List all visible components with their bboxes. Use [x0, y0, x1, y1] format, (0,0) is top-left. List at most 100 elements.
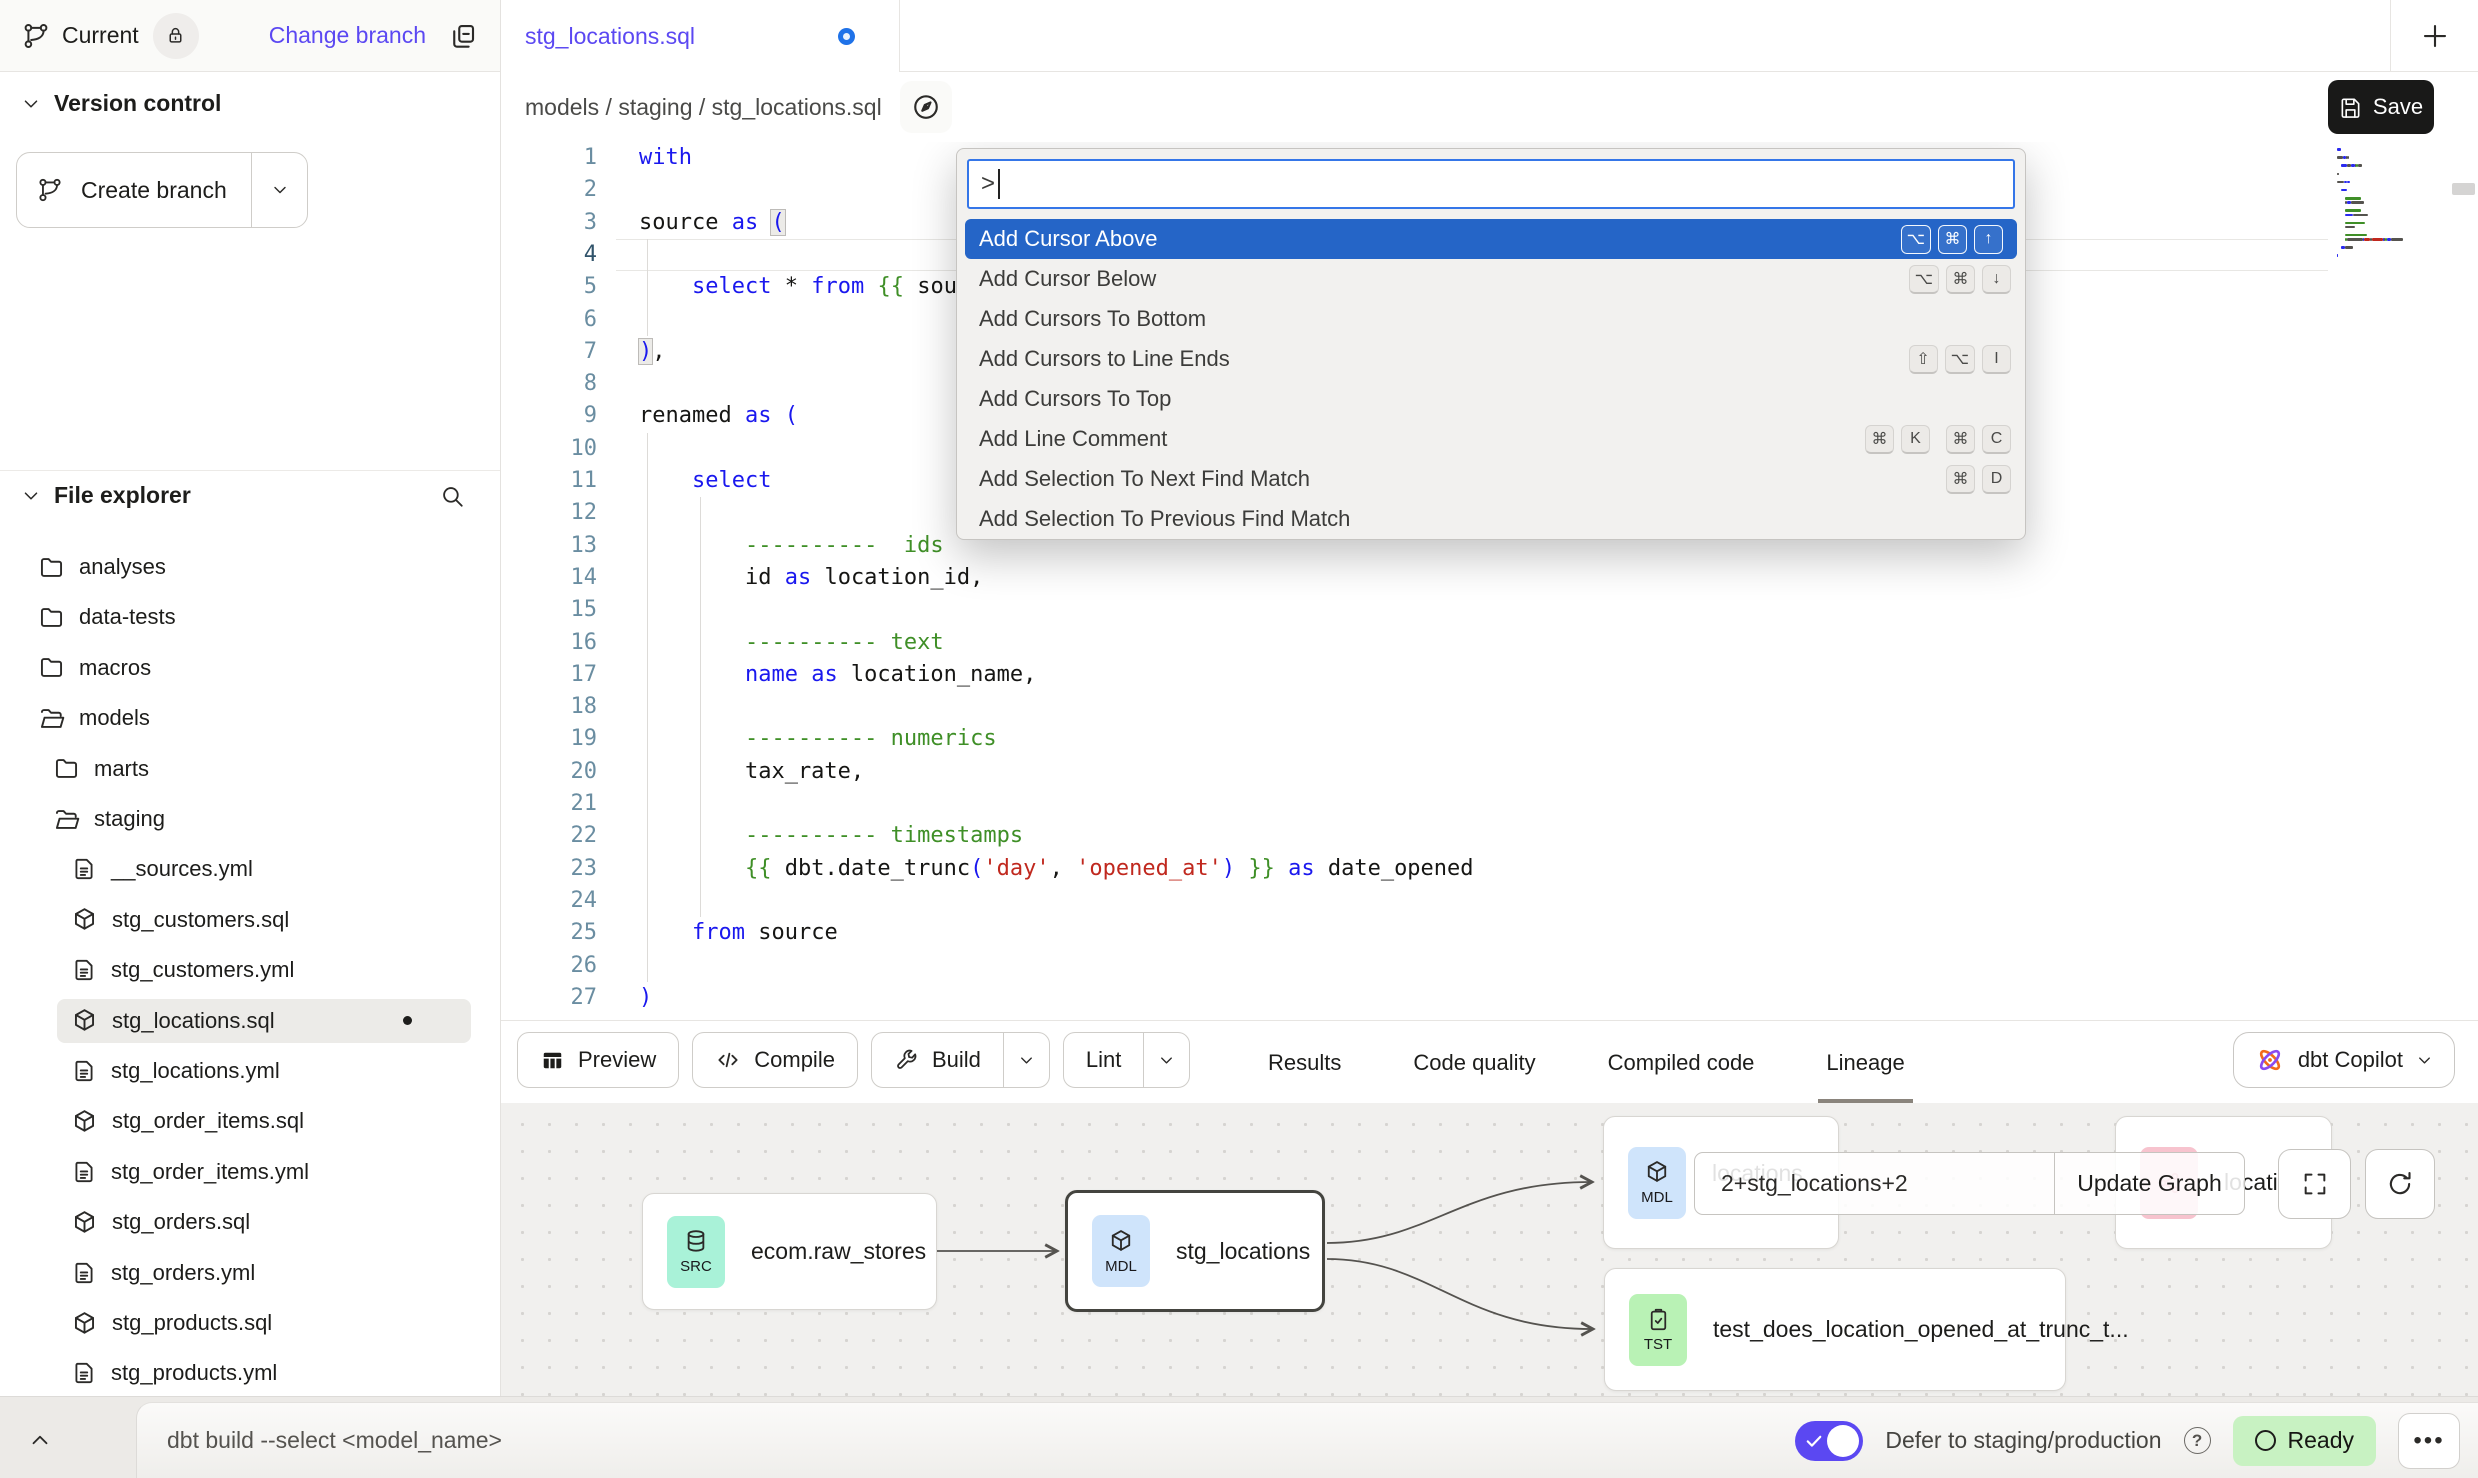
file-label: macros [79, 655, 151, 681]
branch-strip: Current Change branch [0, 0, 500, 72]
clipboard-icon [1646, 1307, 1671, 1332]
shortcut-keys: ⌘D [1946, 465, 2011, 494]
palette-item-add-line-comment[interactable]: Add Line Comment⌘K⌘C [957, 419, 2025, 459]
file-row-stg-locations-yml[interactable]: stg_locations.yml [57, 1049, 471, 1093]
preview-button-main[interactable]: Preview [518, 1033, 678, 1087]
file-icon [71, 1058, 97, 1084]
refresh-button[interactable] [2365, 1149, 2435, 1219]
tab-lineage[interactable]: Lineage [1826, 1021, 1904, 1104]
file-icon [71, 1360, 97, 1386]
dbt-copilot-button[interactable]: dbt Copilot [2233, 1032, 2455, 1088]
code-editor[interactable]: 1234567891011121314151617181920212223242… [501, 142, 2478, 1020]
file-row-stg-locations-sql[interactable]: stg_locations.sql [57, 999, 471, 1043]
lineage-node-model[interactable]: MDL stg_locations [1065, 1190, 1325, 1312]
minimap-line [2337, 148, 2450, 151]
file-row-stg-customers-yml[interactable]: stg_customers.yml [57, 948, 471, 992]
lineage-node-source[interactable]: SRC ecom.raw_stores [642, 1193, 937, 1310]
folder-icon [53, 755, 80, 782]
file-row-analyses[interactable]: analyses [24, 545, 471, 589]
lint-button-main[interactable]: Lint [1064, 1033, 1143, 1087]
lint-dropdown[interactable] [1143, 1033, 1189, 1087]
compile-button-main[interactable]: Compile [693, 1033, 857, 1087]
line-number: 23 [501, 853, 597, 885]
key-badge: ↑ [1974, 225, 2003, 254]
selector-input[interactable]: 2+stg_locations+2 [1695, 1153, 2054, 1214]
lineage-node-test[interactable]: TST test_does_location_opened_at_trunc_t… [1604, 1268, 2066, 1391]
file-explorer-header[interactable]: File explorer [20, 482, 481, 509]
file-label: stg_locations.sql [112, 1008, 275, 1034]
palette-item-add-selection-to-next-find-match[interactable]: Add Selection To Next Find Match⌘D [957, 459, 2025, 499]
search-icon[interactable] [439, 483, 465, 509]
copy-icon[interactable] [448, 21, 478, 51]
check-icon [1804, 1431, 1824, 1451]
file-row-stg-customers-sql[interactable]: stg_customers.sql [57, 898, 471, 942]
minimap[interactable] [2337, 148, 2450, 259]
palette-item-add-cursor-above[interactable]: Add Cursor Above⌥⌘↑ [965, 219, 2017, 259]
file-row-stg-order-items-yml[interactable]: stg_order_items.yml [57, 1150, 471, 1194]
palette-item-add-selection-to-previous-find-match[interactable]: Add Selection To Previous Find Match [957, 499, 2025, 539]
build-button[interactable]: Build [871, 1032, 1050, 1088]
defer-toggle[interactable] [1795, 1421, 1863, 1461]
dbt-ide-window: Current Change branch Version control [0, 0, 2478, 1478]
cube-icon [1644, 1159, 1670, 1185]
palette-item-add-cursors-to-line-ends[interactable]: Add Cursors to Line Ends⇧⌥I [957, 339, 2025, 379]
file-row-data-tests[interactable]: data-tests [24, 595, 471, 639]
command-input[interactable]: dbt build --select <model_name> [167, 1427, 502, 1454]
file-row-stg-order-items-sql[interactable]: stg_order_items.sql [57, 1099, 471, 1143]
version-control-header[interactable]: Version control [20, 90, 221, 117]
navigate-button[interactable] [900, 81, 952, 133]
tab-stg-locations-sql[interactable]: stg_locations.sql [501, 0, 900, 72]
chevron-down-icon [1017, 1051, 1036, 1070]
file-row-macros[interactable]: macros [24, 646, 471, 690]
create-branch-dropdown[interactable] [251, 153, 307, 227]
file-row-stg-orders-sql[interactable]: stg_orders.sql [57, 1200, 471, 1244]
command-palette-input[interactable]: > [967, 159, 2015, 209]
line-number: 22 [501, 820, 597, 852]
create-branch-button[interactable]: Create branch [16, 152, 308, 228]
build-button-main[interactable]: Build [872, 1033, 1003, 1087]
fullscreen-button[interactable] [2278, 1149, 2351, 1219]
line-number: 16 [501, 627, 597, 659]
lint-button[interactable]: Lint [1063, 1032, 1190, 1088]
create-branch-main[interactable]: Create branch [17, 153, 251, 227]
ready-label: Ready [2288, 1427, 2354, 1454]
file-label: stg_products.sql [112, 1310, 272, 1336]
file-row-stg-products-sql[interactable]: stg_products.sql [57, 1301, 471, 1345]
lineage-canvas[interactable]: SRC ecom.raw_stores MDL stg_locations MD… [501, 1103, 2478, 1396]
code-line: {{ dbt.date_trunc('day', 'opened_at') }}… [639, 853, 1474, 885]
minimap-slider[interactable] [2452, 183, 2475, 195]
status-badge[interactable]: Ready [2233, 1416, 2376, 1466]
key-badge: ↓ [1982, 265, 2011, 294]
help-icon[interactable]: ? [2184, 1427, 2211, 1454]
key-badge: ⌥ [1945, 345, 1975, 374]
tab-code-quality[interactable]: Code quality [1413, 1021, 1535, 1104]
tab-compiled-code[interactable]: Compiled code [1608, 1021, 1755, 1104]
file-row-marts[interactable]: marts [39, 747, 471, 791]
expand-command-bar-button[interactable] [18, 1418, 62, 1462]
node-label: test_does_location_opened_at_trunc_t... [1713, 1316, 2129, 1343]
line-number: 6 [501, 304, 597, 336]
update-graph-button[interactable]: Update Graph [2054, 1153, 2244, 1214]
file-row-stg-orders-yml[interactable]: stg_orders.yml [57, 1251, 471, 1295]
file-row--sources-yml[interactable]: __sources.yml [57, 847, 471, 891]
new-tab-button[interactable] [2390, 0, 2478, 72]
branch-icon [37, 177, 63, 203]
minimap-line [2337, 246, 2450, 249]
file-row-models[interactable]: models [24, 696, 471, 740]
palette-item-add-cursors-to-top[interactable]: Add Cursors To Top [957, 379, 2025, 419]
shortcut-keys: ⌥⌘↓ [1909, 265, 2011, 294]
save-button[interactable]: Save [2328, 80, 2434, 134]
file-row-stg-products-yml[interactable]: stg_products.yml [57, 1351, 471, 1395]
compile-button[interactable]: Compile [692, 1032, 858, 1088]
shortcut-keys: ⌘K⌘C [1865, 425, 2011, 454]
change-branch-link[interactable]: Change branch [269, 22, 426, 49]
palette-item-add-cursors-to-bottom[interactable]: Add Cursors To Bottom [957, 299, 2025, 339]
source-badge: SRC [667, 1216, 725, 1288]
preview-button[interactable]: Preview [517, 1032, 679, 1088]
file-row-staging[interactable]: staging [39, 797, 471, 841]
more-options-button[interactable]: ••• [2398, 1413, 2460, 1469]
build-dropdown[interactable] [1003, 1033, 1049, 1087]
model-badge: MDL [1628, 1147, 1686, 1219]
palette-item-add-cursor-below[interactable]: Add Cursor Below⌥⌘↓ [957, 259, 2025, 299]
tab-results[interactable]: Results [1268, 1021, 1341, 1104]
